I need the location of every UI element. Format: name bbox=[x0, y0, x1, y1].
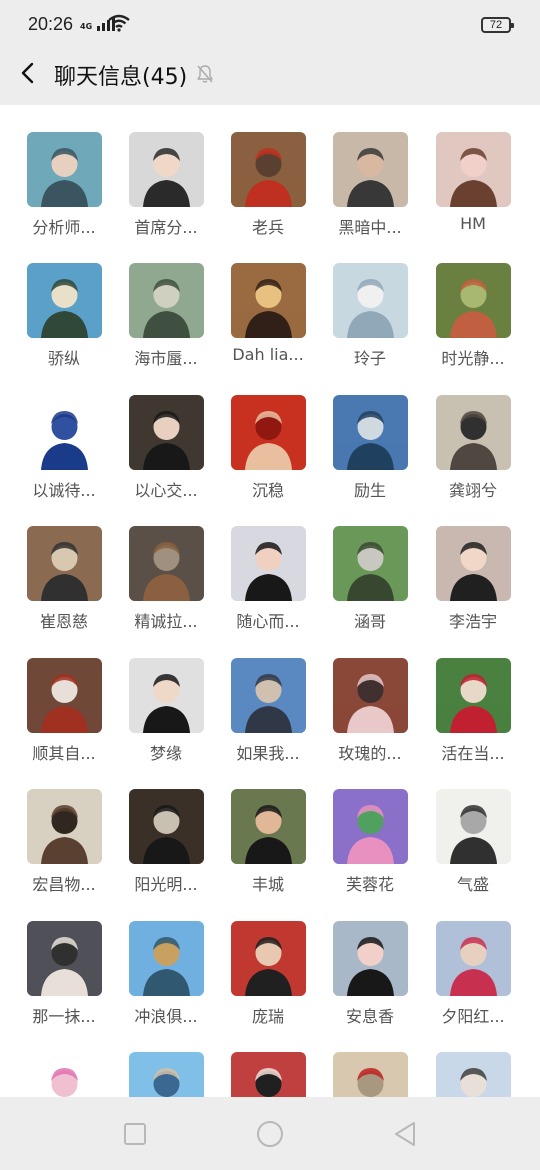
member-name: 崔恩慈 bbox=[39, 612, 88, 631]
circle-icon[interactable] bbox=[256, 1120, 284, 1148]
member-name: 安息香 bbox=[345, 1007, 394, 1026]
member-avatar[interactable] bbox=[129, 789, 204, 864]
member-name: 宏昌物... bbox=[32, 875, 96, 894]
member-name: 玫瑰的... bbox=[338, 744, 402, 763]
member-name: 骄纵 bbox=[47, 349, 80, 368]
member-avatar[interactable] bbox=[436, 395, 511, 470]
member-name: 李浩宇 bbox=[448, 612, 497, 631]
battery-icon: 72 bbox=[481, 17, 514, 33]
member-avatar[interactable] bbox=[27, 526, 102, 601]
member-avatar[interactable] bbox=[231, 263, 306, 338]
member-avatar[interactable] bbox=[333, 132, 408, 207]
member-name: 玲子 bbox=[353, 349, 386, 368]
member-name: 如果我... bbox=[236, 744, 300, 763]
member-name: 气盛 bbox=[456, 875, 489, 894]
member-avatar[interactable] bbox=[129, 526, 204, 601]
wifi-icon bbox=[108, 14, 130, 32]
member-name: 海市蜃... bbox=[134, 349, 198, 368]
member-name: 夕阳红... bbox=[441, 1007, 505, 1026]
member-avatar[interactable] bbox=[27, 395, 102, 470]
member-avatar[interactable] bbox=[333, 263, 408, 338]
member-avatar[interactable] bbox=[231, 526, 306, 601]
member-avatar[interactable] bbox=[27, 132, 102, 207]
member-avatar[interactable] bbox=[129, 132, 204, 207]
member-avatar[interactable] bbox=[27, 921, 102, 996]
member-name: 沉稳 bbox=[251, 481, 284, 500]
member-avatar[interactable] bbox=[231, 921, 306, 996]
member-name: 励生 bbox=[353, 481, 386, 500]
member-avatar[interactable] bbox=[27, 263, 102, 338]
battery-level: 72 bbox=[489, 19, 503, 31]
triangle-left-icon[interactable] bbox=[392, 1120, 418, 1148]
status-bar: 20:26 4G 72 bbox=[0, 0, 540, 50]
member-avatar[interactable] bbox=[436, 263, 511, 338]
member-avatar[interactable] bbox=[333, 789, 408, 864]
member-avatar[interactable] bbox=[129, 395, 204, 470]
member-name: 黑暗中... bbox=[338, 218, 402, 237]
member-name: 活在当... bbox=[441, 744, 505, 763]
member-name: 以心交... bbox=[134, 481, 198, 500]
member-avatar[interactable] bbox=[436, 132, 511, 207]
member-name: 梦缘 bbox=[149, 744, 182, 763]
member-avatar[interactable] bbox=[231, 658, 306, 733]
member-name: HM bbox=[460, 214, 486, 233]
network-type-label: 4G bbox=[80, 22, 93, 31]
member-avatar[interactable] bbox=[436, 526, 511, 601]
member-name: 那一抹... bbox=[32, 1007, 96, 1026]
member-avatar[interactable] bbox=[436, 789, 511, 864]
member-name: 丰城 bbox=[251, 875, 284, 894]
member-name: 庞瑞 bbox=[251, 1007, 284, 1026]
member-name: 首席分... bbox=[134, 218, 198, 237]
member-name: 顺其自... bbox=[32, 744, 96, 763]
back-icon[interactable] bbox=[14, 58, 44, 88]
member-avatar[interactable] bbox=[27, 658, 102, 733]
square-icon[interactable] bbox=[123, 1122, 147, 1146]
system-nav-bar bbox=[0, 1097, 540, 1170]
member-avatar[interactable] bbox=[129, 263, 204, 338]
member-avatar[interactable] bbox=[333, 526, 408, 601]
member-avatar[interactable] bbox=[436, 658, 511, 733]
member-name: 精诚拉... bbox=[134, 612, 198, 631]
status-time: 20:26 bbox=[28, 14, 74, 34]
member-avatar[interactable] bbox=[436, 921, 511, 996]
member-avatar[interactable] bbox=[333, 395, 408, 470]
page-title: 聊天信息(45) bbox=[54, 65, 188, 90]
member-avatar[interactable] bbox=[129, 921, 204, 996]
member-name: 分析师... bbox=[32, 218, 96, 237]
member-name: 阳光明... bbox=[134, 875, 198, 894]
member-avatar[interactable] bbox=[333, 658, 408, 733]
member-avatar[interactable] bbox=[27, 789, 102, 864]
nav-bar: 聊天信息(45) bbox=[0, 50, 540, 105]
member-name: 老兵 bbox=[251, 218, 284, 237]
member-name: 芙蓉花 bbox=[345, 875, 394, 894]
member-avatar[interactable] bbox=[231, 789, 306, 864]
member-avatar[interactable] bbox=[231, 395, 306, 470]
member-avatar[interactable] bbox=[333, 921, 408, 996]
member-name: 涵哥 bbox=[353, 612, 386, 631]
member-name: 随心而... bbox=[236, 612, 300, 631]
member-name: Dah lia... bbox=[232, 345, 304, 364]
member-avatar[interactable] bbox=[129, 658, 204, 733]
member-name: 龚翊兮 bbox=[448, 481, 497, 500]
bell-off-icon bbox=[197, 65, 213, 83]
member-name: 以诚待... bbox=[32, 481, 96, 500]
member-avatar[interactable] bbox=[231, 132, 306, 207]
member-name: 时光静... bbox=[441, 349, 505, 368]
member-name: 冲浪俱... bbox=[134, 1007, 198, 1026]
